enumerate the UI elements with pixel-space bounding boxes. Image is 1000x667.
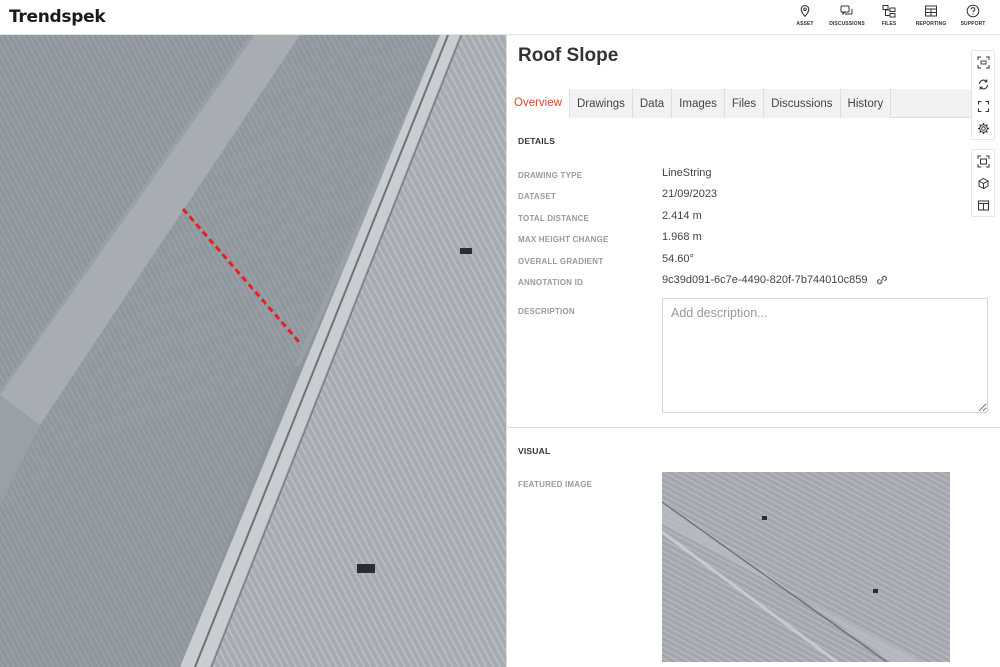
settings-button[interactable] <box>972 117 994 139</box>
section-divider <box>507 427 1000 428</box>
refresh-button[interactable] <box>972 73 994 95</box>
detail-value-drawing-type: LineString <box>662 167 712 179</box>
visual-heading: VISUAL <box>518 446 551 456</box>
trendspek-logo[interactable]: Trendspek <box>9 7 106 27</box>
detail-label-max-height-change: MAX HEIGHT CHANGE <box>518 235 609 244</box>
top-nav: ASSET DISCUSSIONS FILES REPORTING SUPPOR… <box>784 4 994 27</box>
detail-value-overall-gradient: 54.60° <box>662 253 694 265</box>
location-pin-icon <box>800 4 810 18</box>
split-view-icon <box>977 200 989 210</box>
copy-link-icon[interactable] <box>875 275 889 285</box>
cube-icon <box>978 177 988 189</box>
featured-image[interactable] <box>662 472 950 662</box>
nav-asset[interactable]: ASSET <box>784 4 826 27</box>
tab-history[interactable]: History <box>840 89 892 118</box>
top-bar: Trendspek ASSET DISCUSSIONS FILES REPORT… <box>0 0 1000 35</box>
detail-label-annotation-id: ANNOTATION ID <box>518 278 583 287</box>
fullscreen-button[interactable] <box>972 95 994 117</box>
nav-reporting-label: REPORTING <box>915 21 947 27</box>
viewer-toolbar-top <box>971 50 995 140</box>
nav-asset-label: ASSET <box>796 21 814 27</box>
3d-view-button[interactable] <box>972 172 994 194</box>
detail-label-drawing-type: DRAWING TYPE <box>518 171 583 180</box>
panel-tabs: Overview Drawings Data Images Files Disc… <box>507 89 973 118</box>
table-icon <box>925 5 937 17</box>
folder-tree-icon <box>882 5 896 18</box>
detail-value-dataset: 21/09/2023 <box>662 188 718 200</box>
tab-overview[interactable]: Overview <box>507 89 570 118</box>
3d-model-viewer[interactable] <box>0 35 506 667</box>
description-field[interactable] <box>662 298 988 413</box>
detail-value-annotation-id: 9c39d091-6c7e-4490-820f-7b744010c859 <box>662 274 868 286</box>
featured-image-label: FEATURED IMAGE <box>518 480 593 489</box>
roof-vent <box>357 564 375 573</box>
featured-roof-thumbnail <box>662 472 950 662</box>
screenshot-icon <box>977 155 989 167</box>
detail-value-total-distance: 2.414 m <box>662 210 702 222</box>
chat-bubbles-icon <box>840 5 853 16</box>
description-label: DESCRIPTION <box>518 307 575 316</box>
split-view-button[interactable] <box>972 194 994 216</box>
nav-discussions-label: DISCUSSIONS <box>829 21 865 27</box>
fullscreen-icon <box>977 100 989 112</box>
capture-icon <box>977 56 989 68</box>
screenshot-button[interactable] <box>972 150 994 172</box>
detail-label-total-distance: TOTAL DISTANCE <box>518 214 590 223</box>
nav-support-label: SUPPORT <box>960 21 986 27</box>
capture-button[interactable] <box>972 51 994 73</box>
tab-files[interactable]: Files <box>724 89 765 118</box>
details-heading: DETAILS <box>518 136 556 146</box>
nav-files[interactable]: FILES <box>868 4 910 27</box>
refresh-icon <box>978 79 988 89</box>
nav-reporting[interactable]: REPORTING <box>910 4 952 27</box>
tab-data[interactable]: Data <box>632 89 673 118</box>
panel-title: Roof Slope <box>518 45 619 66</box>
detail-label-overall-gradient: OVERALL GRADIENT <box>518 257 604 266</box>
roof-vent <box>460 248 472 254</box>
nav-files-label: FILES <box>881 21 897 27</box>
aerial-roof-image[interactable] <box>0 35 506 667</box>
viewer-toolbar-bottom <box>971 149 995 217</box>
nav-discussions[interactable]: DISCUSSIONS <box>826 4 868 27</box>
detail-label-dataset: DATASET <box>518 192 556 201</box>
tab-images[interactable]: Images <box>672 89 725 118</box>
detail-value-max-height-change: 1.968 m <box>662 231 702 243</box>
tab-discussions[interactable]: Discussions <box>764 89 841 118</box>
annotation-panel: Roof Slope Overview Drawings Data Images… <box>506 35 1000 667</box>
settings-icon <box>977 122 989 134</box>
help-circle-icon <box>966 4 980 18</box>
nav-support[interactable]: SUPPORT <box>952 4 994 27</box>
tab-drawings[interactable]: Drawings <box>569 89 633 118</box>
